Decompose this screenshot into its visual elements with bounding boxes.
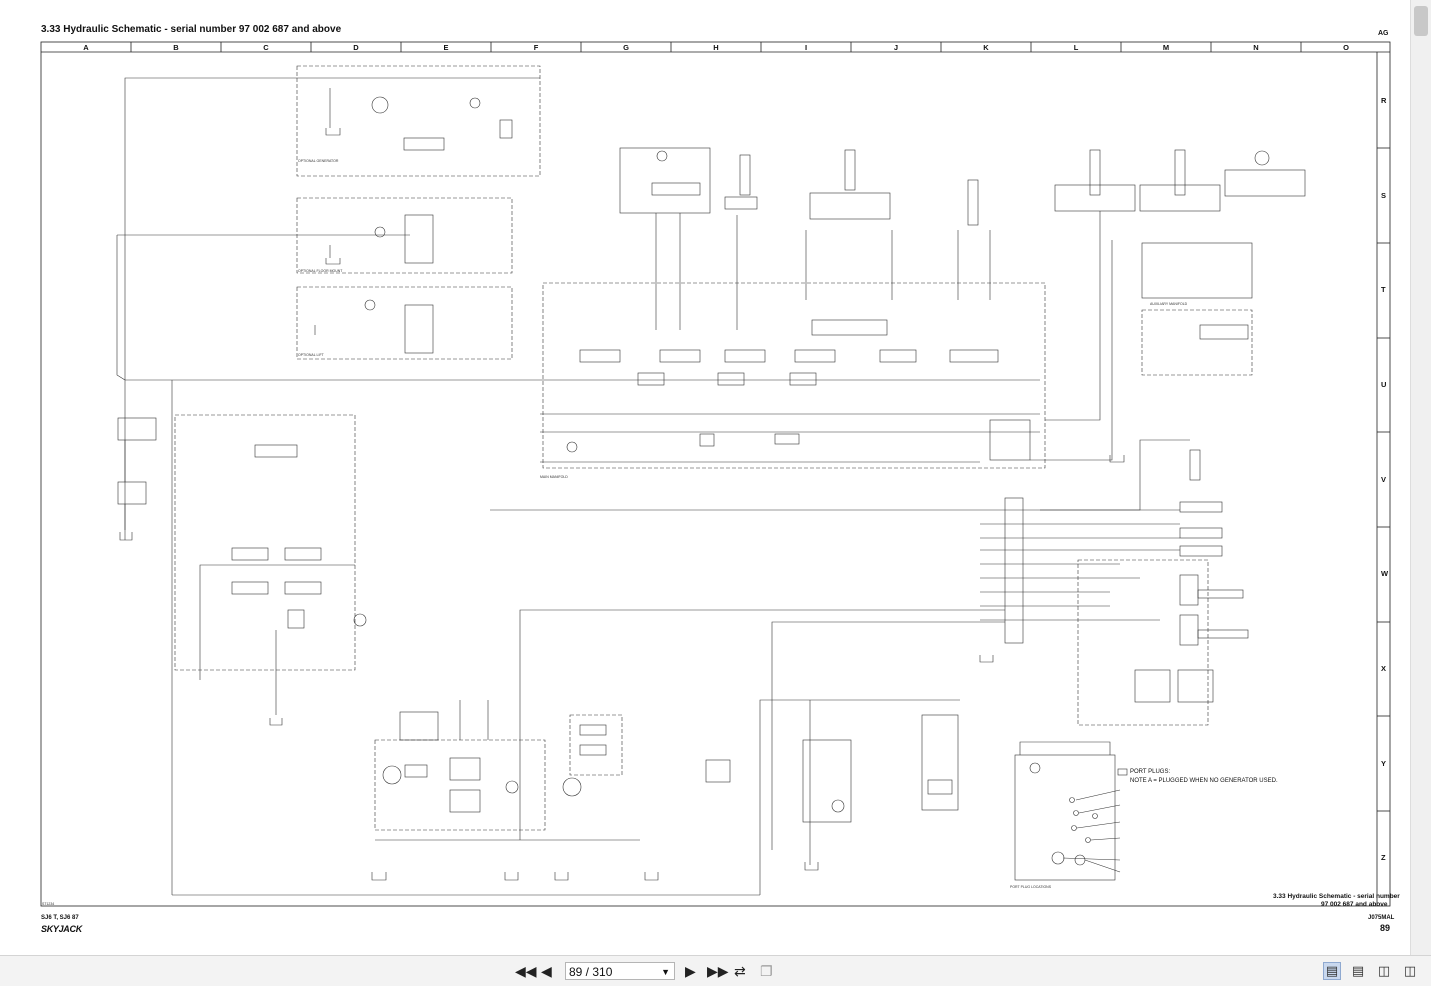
single-page-icon[interactable]: ▤ <box>1323 962 1341 980</box>
svg-text:MAIN MANIFOLD: MAIN MANIFOLD <box>540 475 568 479</box>
svg-text:PORT PLUG LOCATIONS: PORT PLUG LOCATIONS <box>1010 885 1052 889</box>
page-number: 89 <box>1380 923 1391 933</box>
port-plugs-title: PORT PLUGS: <box>1130 769 1171 775</box>
brand-logo: SKYJACK <box>41 924 82 934</box>
rotate-icon[interactable]: ⇄ <box>734 964 746 978</box>
previous-page-icon[interactable]: ◀ <box>541 964 552 978</box>
svg-text:OPTIONAL FLOOR MOUNT: OPTIONAL FLOOR MOUNT <box>298 269 343 273</box>
scrollbar-thumb[interactable] <box>1414 6 1428 36</box>
svg-text:ST1234: ST1234 <box>42 902 54 906</box>
model-label: SJ6 T, SJ6 87 <box>41 915 79 921</box>
drawing-frame <box>40 41 1391 907</box>
vertical-scrollbar[interactable] <box>1410 0 1431 955</box>
next-page-icon[interactable]: ▶ <box>685 964 696 978</box>
two-page-continuous-icon[interactable]: ◫ <box>1402 963 1418 979</box>
port-plugs-note: NOTE A = PLUGGED WHEN NO GENERATOR USED. <box>1130 778 1278 784</box>
svg-text:AUXILIARY MANIFOLD: AUXILIARY MANIFOLD <box>1150 302 1188 306</box>
svg-text:OPTIONAL GENERATOR: OPTIONAL GENERATOR <box>298 159 339 163</box>
caption-line: 3.33 Hydraulic Schematic - serial number <box>1273 893 1400 900</box>
caption-line: 97 002 687 and above <box>1321 901 1388 908</box>
page-selector[interactable]: 89 / 310 ▼ <box>565 962 675 980</box>
document-page: 3.33 Hydraulic Schematic - serial number… <box>0 0 1410 955</box>
chevron-down-icon[interactable]: ▼ <box>661 963 670 981</box>
svg-text:OPTIONAL LIFT: OPTIONAL LIFT <box>298 353 325 357</box>
continuous-icon[interactable]: ▤ <box>1350 963 1366 979</box>
viewer-toolbar: ◀◀ ◀ 89 / 310 ▼ ▶ ▶▶ ⇄ ❐ ▤ ▤ ◫ ◫ <box>0 955 1431 986</box>
duplicate-icon[interactable]: ❐ <box>760 964 773 978</box>
page-indicator: 89 / 310 <box>569 965 613 979</box>
manual-code: J075MAL <box>1368 915 1395 921</box>
hydraulic-schematic: OPTIONAL GENERATOR OPTIONAL FLOOR MOUNT … <box>40 41 1391 907</box>
two-page-icon[interactable]: ◫ <box>1376 963 1392 979</box>
last-page-icon[interactable]: ▶▶ <box>707 964 729 978</box>
first-page-icon[interactable]: ◀◀ <box>515 964 537 978</box>
figure-caption: 3.33 Hydraulic Schematic - serial number… <box>1273 893 1400 909</box>
